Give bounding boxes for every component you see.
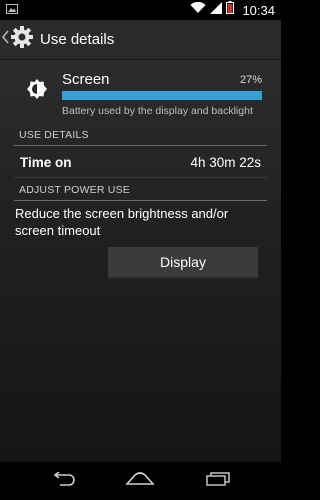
section-header-use-details: USE DETAILS [14,128,267,146]
home-button[interactable] [120,466,160,496]
settings-gear-icon [10,25,34,54]
app-usage-row: Screen 27% Battery used by the display a… [0,68,281,120]
page-title: Use details [40,31,115,48]
recent-apps-button[interactable] [198,466,238,496]
section-header-adjust-power-use: ADJUST POWER USE [14,183,267,201]
home-icon [125,471,156,491]
picture-notification-icon [6,1,18,19]
time-on-row: Time on 4h 30m 22s [14,148,267,178]
usage-progress-fill [62,91,262,100]
status-clock: 10:34 [242,2,275,18]
display-settings-button[interactable]: Display [108,247,258,279]
up-navigation-button[interactable] [0,20,34,60]
app-description: Battery used by the display and backligh… [62,105,253,117]
recent-apps-icon [206,471,230,491]
usage-progress-bar [62,91,262,100]
signal-icon [210,1,223,19]
chevron-left-icon [2,30,9,49]
battery-icon [226,1,235,19]
back-button[interactable] [43,466,83,496]
adjust-power-text: Reduce the screen brightness and/or scre… [15,206,229,238]
time-on-value: 4h 30m 22s [190,155,261,170]
use-details-content: Screen 27% Battery used by the display a… [0,60,281,462]
navigation-bar [0,462,281,500]
app-name: Screen [62,71,110,88]
wifi-icon [190,1,206,19]
status-bar: 10:34 [0,0,281,20]
back-icon [50,470,76,491]
usage-percent: 27% [239,74,262,86]
time-on-label: Time on [20,155,72,170]
brightness-icon [26,78,48,100]
action-bar: Use details [0,20,281,60]
